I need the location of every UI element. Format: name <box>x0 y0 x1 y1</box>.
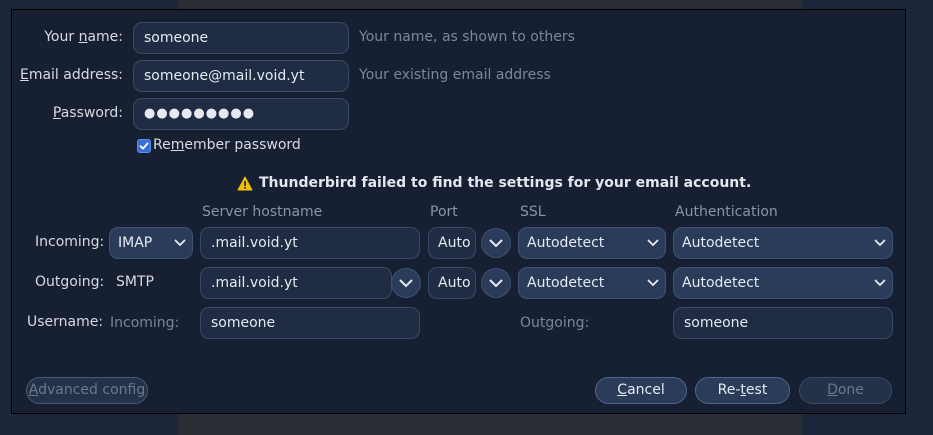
outgoing-port-dropdown-button[interactable] <box>481 268 511 298</box>
outgoing-authentication-select[interactable]: Autodetect <box>673 267 893 299</box>
username-outgoing-label: Outgoing: <box>520 315 590 331</box>
chevron-down-icon <box>647 239 659 247</box>
outgoing-ssl-select[interactable]: Autodetect <box>518 267 666 299</box>
warning-message: Thunderbird failed to find the settings … <box>237 175 751 191</box>
email-hint: Your existing email address <box>359 67 551 83</box>
outgoing-hostname-input[interactable]: .mail.void.yt <box>200 267 392 299</box>
chevron-down-icon <box>874 239 886 247</box>
username-incoming-label: Incoming: <box>110 315 180 331</box>
outgoing-port-input[interactable]: Auto <box>428 267 476 299</box>
incoming-port-input[interactable]: Auto <box>428 227 476 259</box>
name-input[interactable]: someone <box>133 22 349 54</box>
name-label: Your name: <box>44 29 123 45</box>
name-hint: Your name, as shown to others <box>359 29 575 45</box>
column-port: Port <box>430 204 458 220</box>
password-label: Password: <box>52 105 123 121</box>
outgoing-username-input[interactable]: someone <box>673 307 893 339</box>
cancel-button[interactable]: Cancel <box>595 377 687 404</box>
chevron-down-icon <box>489 239 503 247</box>
retest-button[interactable]: Re-test <box>695 377 790 404</box>
outgoing-label: Outgoing: <box>35 274 105 290</box>
column-authentication: Authentication <box>675 204 778 220</box>
chevron-down-icon <box>489 279 503 287</box>
password-input[interactable]: ●●●●●●●●● <box>133 98 349 130</box>
outgoing-hostname-dropdown-button[interactable] <box>391 268 421 298</box>
chevron-down-icon <box>174 239 186 247</box>
username-label: Username: <box>27 314 104 330</box>
incoming-hostname-input[interactable]: .mail.void.yt <box>200 227 420 259</box>
incoming-label: Incoming: <box>35 234 105 250</box>
column-ssl: SSL <box>520 204 546 220</box>
remember-password-label[interactable]: Remember password <box>153 137 301 153</box>
outgoing-protocol: SMTP <box>116 274 154 290</box>
email-label: Email address: <box>19 67 123 83</box>
warning-icon <box>237 176 253 190</box>
done-button[interactable]: Done <box>799 377 892 404</box>
account-setup-dialog: Your name: someone Your name, as shown t… <box>11 9 906 414</box>
email-input[interactable]: someone@mail.void.yt <box>133 60 349 92</box>
chevron-down-icon <box>874 279 886 287</box>
chevron-down-icon <box>399 279 413 287</box>
chevron-down-icon <box>647 279 659 287</box>
column-server-hostname: Server hostname <box>202 204 323 220</box>
incoming-port-dropdown-button[interactable] <box>481 228 511 258</box>
incoming-protocol-select[interactable]: IMAP <box>109 227 193 259</box>
incoming-username-input[interactable]: someone <box>200 307 420 339</box>
remember-password-checkbox[interactable] <box>137 139 151 153</box>
advanced-config-button[interactable]: Advanced config <box>26 377 148 404</box>
incoming-ssl-select[interactable]: Autodetect <box>518 227 666 259</box>
checkmark-icon <box>139 142 149 150</box>
incoming-authentication-select[interactable]: Autodetect <box>673 227 893 259</box>
